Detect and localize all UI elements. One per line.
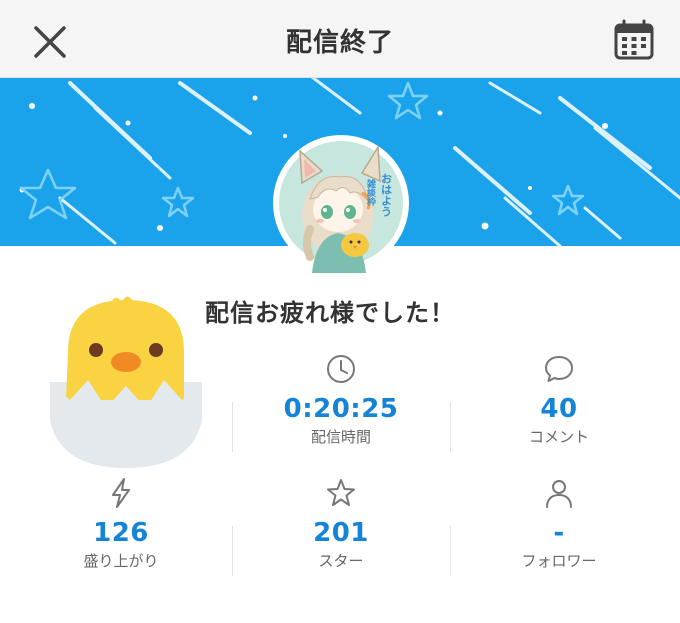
- stat-stars: 201 スター: [232, 476, 450, 571]
- lightning-icon: [112, 478, 130, 508]
- follower-count-label: フォロワー: [521, 552, 597, 570]
- calendar-button[interactable]: [612, 18, 656, 62]
- excitement-value: 126: [93, 518, 149, 548]
- follower-count-value: -: [553, 518, 565, 548]
- divider: [450, 526, 451, 576]
- hatching-chick-icon: [50, 296, 202, 468]
- star-count-label: スター: [318, 552, 364, 570]
- star-count-value: 201: [313, 518, 369, 548]
- stream-time-label: 配信時間: [310, 428, 371, 446]
- clock-icon: [327, 355, 355, 383]
- comment-icon: [545, 356, 573, 382]
- excitement-label: 盛り上がり: [83, 552, 159, 570]
- divider: [232, 402, 233, 452]
- star-icon: [327, 479, 355, 506]
- greeting-message: 配信お疲れ様でした！: [205, 299, 455, 327]
- top-bar: 配信終了: [0, 0, 680, 78]
- comment-count-value: 40: [540, 394, 578, 424]
- stat-stream-time: 0:20:25 配信時間: [232, 352, 450, 447]
- avatar-image: おはよう 雑談枠: [273, 135, 409, 273]
- divider: [450, 402, 451, 452]
- svg-text:おはよう: おはよう: [380, 173, 393, 217]
- calendar-icon: [614, 19, 654, 60]
- svg-text:雑談枠: 雑談枠: [365, 178, 377, 207]
- comment-count-label: コメント: [528, 428, 589, 446]
- person-icon: [546, 480, 572, 508]
- chick-illustration: [42, 290, 210, 470]
- divider: [232, 526, 233, 576]
- page-title: 配信終了: [285, 28, 394, 58]
- stream-time-value: 0:20:25: [283, 394, 399, 424]
- streamer-avatar[interactable]: おはよう 雑談枠: [258, 133, 424, 273]
- stat-followers: - フォロワー: [450, 476, 668, 571]
- stat-excitement: 126 盛り上がり: [12, 476, 230, 571]
- stat-comments: 40 コメント: [450, 352, 668, 447]
